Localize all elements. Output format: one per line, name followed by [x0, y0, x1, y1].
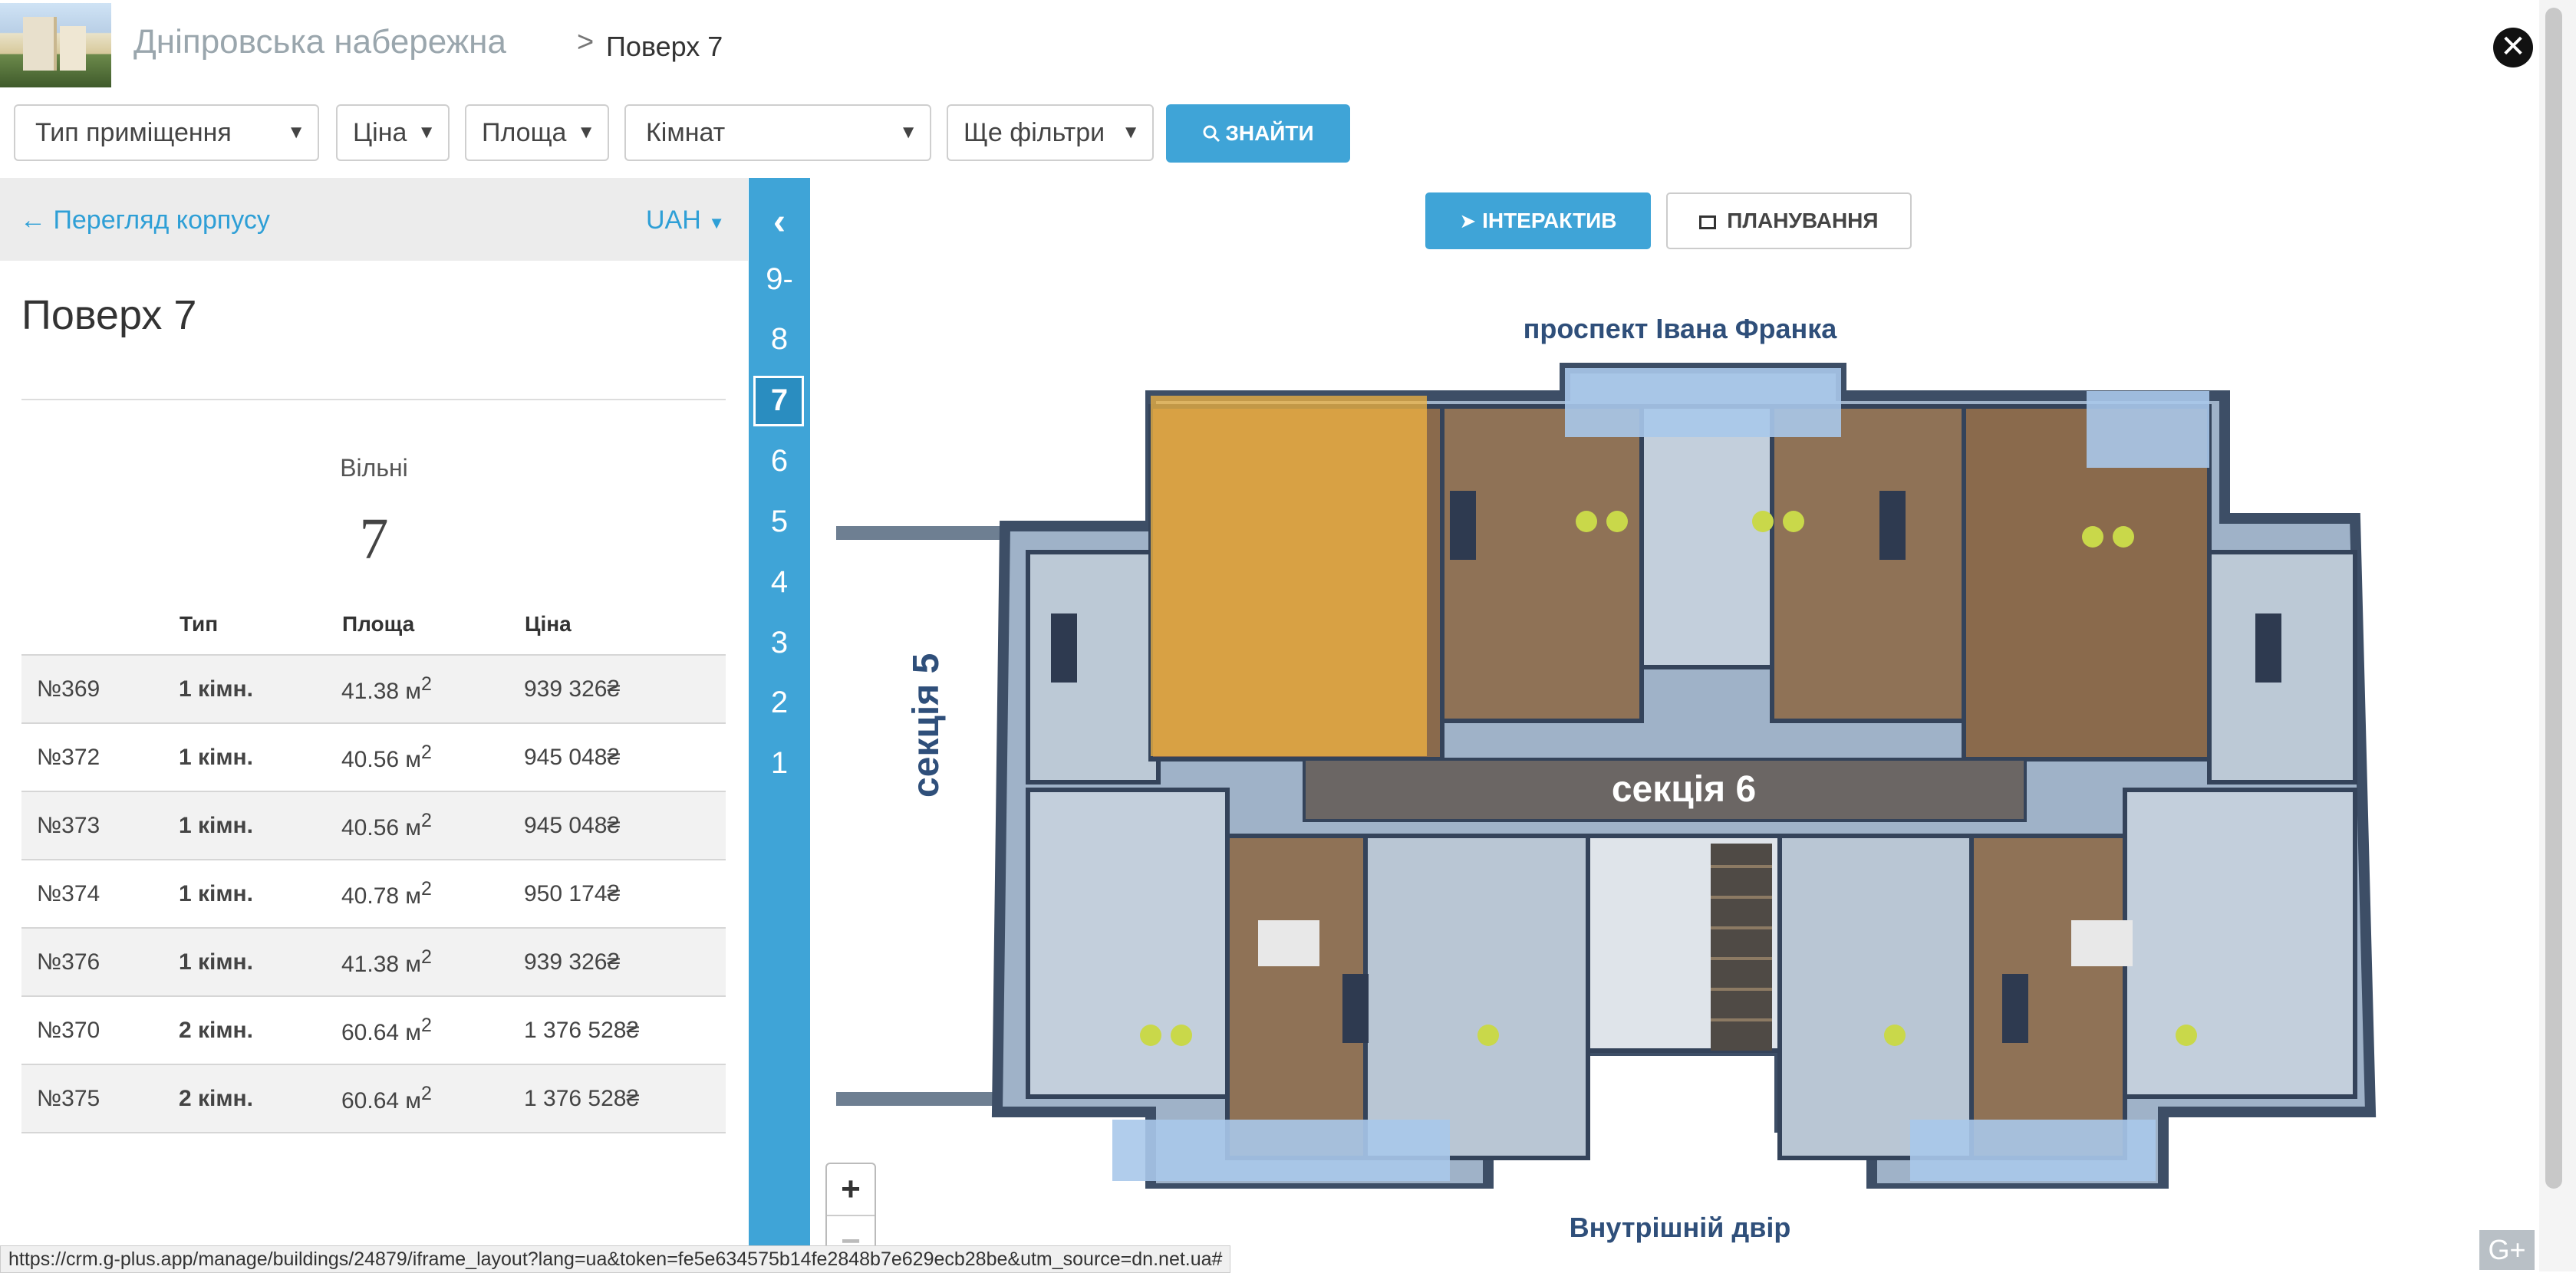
floor-item-active[interactable]: 7 [749, 383, 810, 418]
tab-interactive[interactable]: ➤ ІНТЕРАКТИВ [1425, 192, 1651, 249]
back-link[interactable]: ← Перегляд корпусу [20, 206, 270, 235]
table-row[interactable]: №369 1 кімн. 41.38 м2 939 326₴ [21, 655, 726, 723]
apartment-type: 2 кімн. [179, 1017, 254, 1043]
apartment-type: 1 кімн. [179, 676, 254, 702]
chevron-down-icon: ▼ [287, 122, 305, 143]
apartment-area: 41.38 м2 [341, 673, 432, 704]
currency-select[interactable]: UAH ▼ [646, 206, 725, 235]
apartment-price: 945 048₴ [524, 744, 621, 770]
floor-item[interactable]: 5 [749, 505, 810, 539]
currency-label: UAH [646, 206, 701, 235]
apartment-area: 60.64 м2 [341, 1015, 432, 1045]
apartment-type: 2 кімн. [179, 1085, 254, 1111]
apartment-number: №376 [37, 949, 100, 975]
search-icon [1203, 125, 1220, 143]
table-row[interactable]: №374 1 кімн. 40.78 м2 950 174₴ [21, 860, 726, 928]
breadcrumb-current: Поверх 7 [606, 31, 723, 62]
apartment-type: 1 кімн. [179, 880, 254, 906]
close-icon[interactable]: ✕ [2493, 28, 2533, 67]
tab-interactive-label: ІНТЕРАКТИВ [1482, 209, 1617, 232]
table-row[interactable]: №370 2 кімн. 60.64 м2 1 376 528₴ [21, 996, 726, 1064]
section-5-label: секція 5 [906, 653, 947, 798]
filter-price-select[interactable]: Ціна ▼ [336, 104, 450, 161]
building-thumbnail [0, 3, 111, 87]
floor-item[interactable]: 9- [749, 262, 810, 297]
street-label: проспект Івана Франка [1523, 313, 1837, 344]
floor-item[interactable]: 3 [749, 626, 810, 660]
floor-item[interactable]: 8 [749, 322, 810, 357]
apartments-table: №369 1 кімн. 41.38 м2 939 326₴ №372 1 кі… [21, 654, 726, 1133]
filter-more-label: Ще фільтри [964, 118, 1105, 147]
apartment-highlight[interactable] [1151, 396, 1427, 756]
table-row[interactable]: №375 2 кімн. 60.64 м2 1 376 528₴ [21, 1064, 726, 1133]
filter-type-label: Тип приміщення [35, 118, 232, 147]
apartment-area: 60.64 м2 [341, 1083, 432, 1113]
filter-type-select[interactable]: Тип приміщення ▼ [14, 104, 319, 161]
apartment-price: 939 326₴ [524, 676, 621, 702]
apartment-price: 945 048₴ [524, 812, 621, 838]
apartment-number: №373 [37, 812, 100, 838]
yard-label: Внутрішній двір [1569, 1212, 1791, 1243]
floor-item[interactable]: 6 [749, 444, 810, 479]
table-row[interactable]: №372 1 кімн. 40.56 м2 945 048₴ [21, 723, 726, 791]
apartment-number: №370 [37, 1017, 100, 1043]
floor-item[interactable]: 1 [749, 746, 810, 781]
tab-layout[interactable]: ПЛАНУВАННЯ [1666, 192, 1912, 249]
floor-plan-image[interactable]: секція 6 [813, 360, 2378, 1189]
apartment-type: 1 кімн. [179, 812, 254, 838]
filter-area-select[interactable]: Площа ▼ [465, 104, 609, 161]
arrow-left-icon: ← [20, 206, 46, 235]
apartment-area: 41.38 м2 [341, 946, 432, 977]
apartment-price: 939 326₴ [524, 949, 621, 975]
apartment-number: №372 [37, 744, 100, 770]
layout-icon [1699, 215, 1717, 229]
filter-rooms-select[interactable]: Кімнат ▼ [624, 104, 931, 161]
filter-price-label: Ціна [353, 118, 407, 147]
building-title[interactable]: Дніпровська набережна [133, 23, 506, 61]
find-button[interactable]: ЗНАЙТИ [1166, 104, 1350, 163]
section-6-label: секція 6 [1612, 769, 1756, 810]
scrollbar-thumb[interactable] [2545, 8, 2562, 1189]
floor-title: Поверх 7 [21, 292, 197, 338]
cursor-icon: ➤ [1459, 209, 1477, 232]
apartment-area: 40.78 м2 [341, 878, 432, 909]
chevron-down-icon: ▼ [899, 122, 917, 143]
table-row[interactable]: №376 1 кімн. 41.38 м2 939 326₴ [21, 928, 726, 996]
gplus-badge[interactable]: G+ [2479, 1230, 2535, 1270]
status-bar-url: https://crm.g-plus.app/manage/buildings/… [0, 1245, 1231, 1273]
tab-layout-label: ПЛАНУВАННЯ [1727, 209, 1879, 232]
apartment-type: 1 кімн. [179, 744, 254, 770]
column-type: Тип [180, 612, 219, 636]
staircase [1711, 844, 1772, 1051]
breadcrumb-chevron-icon: > [577, 26, 595, 58]
free-label: Вільні [340, 454, 408, 482]
apartment-area: 40.56 м2 [341, 810, 432, 840]
apartment-area: 40.56 м2 [341, 742, 432, 772]
free-count: 7 [359, 507, 389, 571]
apartment-number: №374 [37, 880, 100, 906]
floor-item[interactable]: 2 [749, 686, 810, 720]
find-button-label: ЗНАЙТИ [1225, 121, 1314, 145]
filter-rooms-label: Кімнат [646, 118, 726, 147]
apartment-price: 950 174₴ [524, 880, 621, 906]
apartment-price: 1 376 528₴ [524, 1017, 640, 1043]
chevron-down-icon: ▼ [708, 213, 726, 232]
collapse-chevron-icon[interactable]: ‹ [749, 201, 810, 243]
back-link-label: Перегляд корпусу [53, 206, 270, 235]
floor-item[interactable]: 4 [749, 565, 810, 600]
table-row[interactable]: №373 1 кімн. 40.56 м2 945 048₴ [21, 791, 726, 860]
apartment-number: №369 [37, 676, 100, 702]
column-area: Площа [342, 612, 415, 636]
apartment-type: 1 кімн. [179, 949, 254, 975]
chevron-down-icon: ▼ [417, 122, 436, 143]
filter-more-select[interactable]: Ще фільтри ▼ [947, 104, 1154, 161]
column-price: Ціна [525, 612, 572, 636]
apartment-number: №375 [37, 1085, 100, 1111]
apartment-price: 1 376 528₴ [524, 1085, 640, 1111]
filter-area-label: Площа [482, 118, 567, 147]
divider [21, 399, 726, 400]
chevron-down-icon: ▼ [577, 122, 595, 143]
chevron-down-icon: ▼ [1122, 122, 1140, 143]
zoom-in-button[interactable]: + [827, 1164, 875, 1215]
